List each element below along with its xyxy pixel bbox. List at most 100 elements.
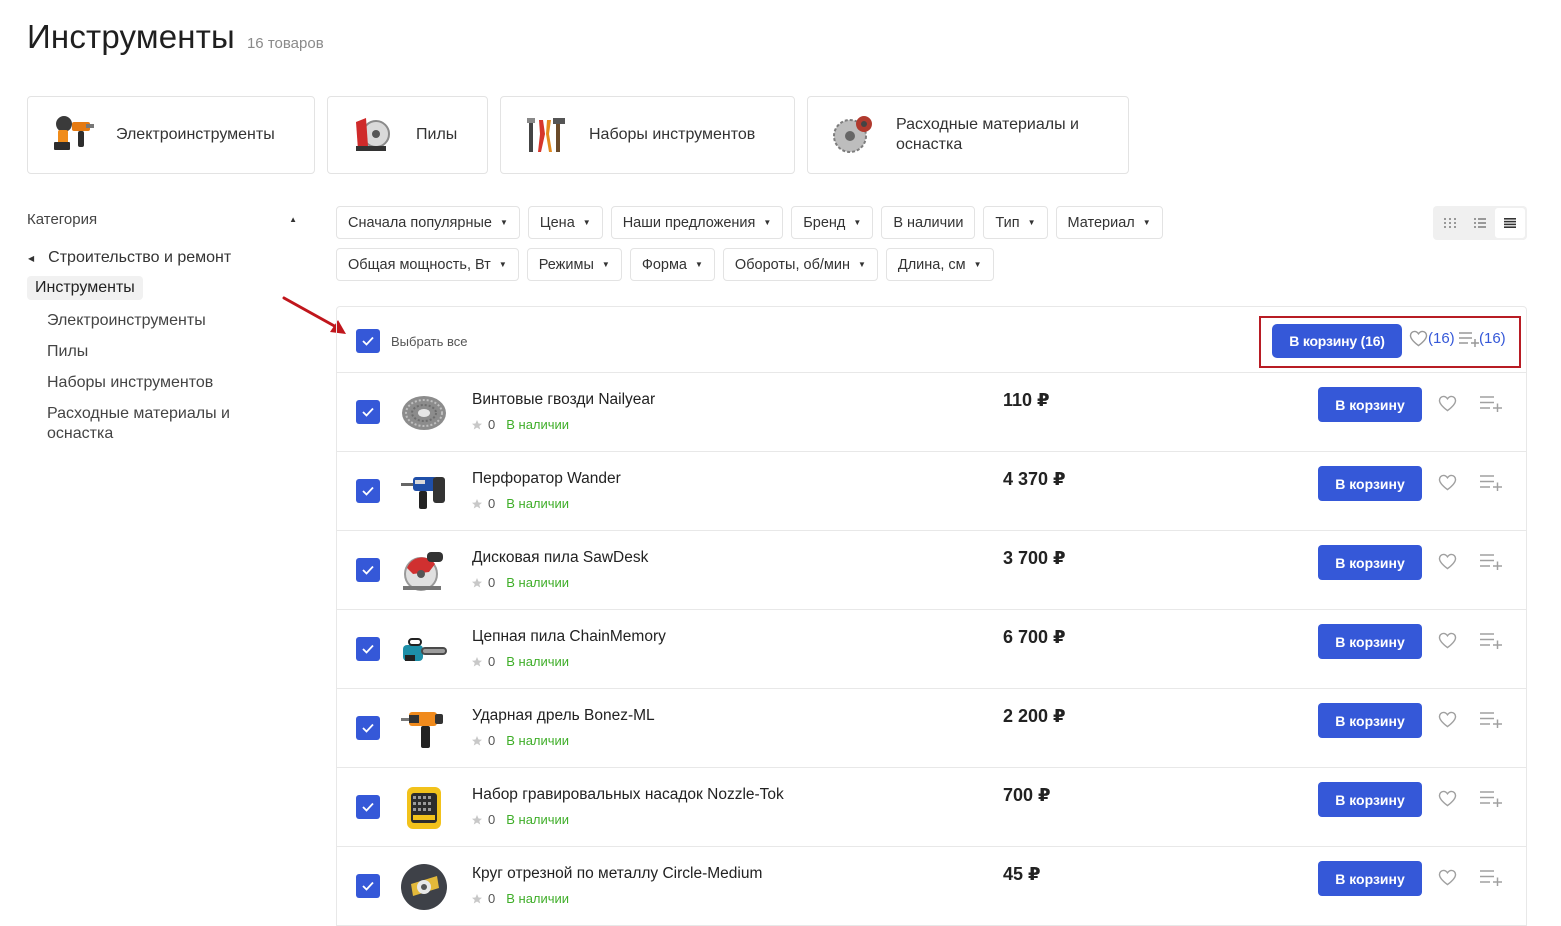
add-to-compare-icon[interactable] <box>1480 711 1502 728</box>
add-to-compare-icon[interactable] <box>1480 632 1502 649</box>
sidebar-item-saws[interactable]: Пилы <box>47 342 299 362</box>
add-to-cart-button[interactable]: В корзину <box>1318 861 1422 896</box>
add-to-compare-icon[interactable] <box>1480 474 1502 491</box>
rating-count: 0 <box>488 812 496 827</box>
impact-drill-icon[interactable] <box>399 704 449 754</box>
sidebar-heading[interactable]: Категория ▲ <box>27 208 299 230</box>
rating-count: 0 <box>488 417 496 432</box>
heart-icon[interactable] <box>1438 395 1457 412</box>
filter-sort[interactable]: Сначала популярные ▼ <box>336 206 520 239</box>
list-view-icon <box>1474 218 1486 228</box>
category-card-tool-sets[interactable]: Наборы инструментов <box>500 96 795 174</box>
engraving-kit-icon[interactable] <box>399 783 449 833</box>
view-compact-button[interactable] <box>1495 208 1525 238</box>
heart-icon[interactable] <box>1438 632 1457 649</box>
filter-type[interactable]: Тип ▼ <box>983 206 1048 239</box>
filter-price[interactable]: Цена ▼ <box>527 206 603 239</box>
product-checkbox[interactable] <box>356 716 380 740</box>
product-checkbox[interactable] <box>356 637 380 661</box>
add-to-cart-button[interactable]: В корзину <box>1318 782 1422 817</box>
heart-icon[interactable] <box>1438 869 1457 886</box>
collapse-triangle-icon[interactable]: ▲ <box>289 215 297 224</box>
filter-offers[interactable]: Наши предложения ▼ <box>610 206 784 239</box>
rotary-hammer-icon[interactable] <box>399 467 449 517</box>
stock-status: В наличии <box>506 733 570 748</box>
select-all-checkbox[interactable] <box>356 329 380 353</box>
product-name[interactable]: Винтовые гвозди Nailyear <box>472 391 655 409</box>
select-all-label: Выбрать все <box>391 334 468 349</box>
filter-brand[interactable]: Бренд ▼ <box>791 206 874 239</box>
view-grid-button[interactable] <box>1435 208 1465 238</box>
product-checkbox[interactable] <box>356 558 380 582</box>
sidebar-current-category[interactable]: Инструменты <box>27 276 143 300</box>
bulk-actions-bar: Выбрать все В корзину (16) (16) (16) <box>337 307 1526 373</box>
category-card-power-tools[interactable]: Электроинструменты <box>27 96 315 174</box>
product-checkbox[interactable] <box>356 874 380 898</box>
rating-count: 0 <box>488 654 496 669</box>
category-card-saws[interactable]: Пилы <box>327 96 488 174</box>
heart-icon[interactable] <box>1438 553 1457 570</box>
heart-icon[interactable] <box>1438 790 1457 807</box>
stock-status: В наличии <box>506 891 570 906</box>
rating-count: 0 <box>488 575 496 590</box>
bulk-add-to-cart-button[interactable]: В корзину (16) <box>1272 324 1402 358</box>
rating-count: 0 <box>488 733 496 748</box>
chainsaw-icon[interactable] <box>399 625 449 675</box>
add-to-cart-button[interactable]: В корзину <box>1318 545 1422 580</box>
product-row: Круг отрезной по металлу Circle-Medium 0… <box>337 847 1526 926</box>
sidebar-parent-category[interactable]: ◀ Строительство и ремонт <box>27 248 299 268</box>
product-meta: 0 В наличии <box>471 654 569 669</box>
view-list-button[interactable] <box>1465 208 1495 238</box>
filter-shape[interactable]: Форма ▼ <box>629 248 715 281</box>
back-triangle-icon: ◀ <box>28 253 35 263</box>
add-to-cart-button[interactable]: В корзину <box>1318 703 1422 738</box>
heart-icon[interactable] <box>1438 711 1457 728</box>
product-name[interactable]: Набор гравировальных насадок Nozzle-Tok <box>472 786 784 804</box>
circular-saw-icon[interactable] <box>399 546 449 596</box>
coil-nails-icon[interactable] <box>399 388 449 438</box>
product-name[interactable]: Цепная пила ChainMemory <box>472 628 666 646</box>
category-card-consumables[interactable]: Расходные материалы и оснастка <box>807 96 1129 174</box>
product-price: 45 ₽ <box>1003 864 1041 884</box>
bulk-favorite-button[interactable]: (16) <box>1409 330 1455 347</box>
add-to-cart-button[interactable]: В корзину <box>1318 466 1422 501</box>
product-name[interactable]: Круг отрезной по металлу Circle-Medium <box>472 865 762 883</box>
filter-material[interactable]: Материал ▼ <box>1055 206 1163 239</box>
caret-down-icon: ▼ <box>582 218 591 227</box>
add-to-compare-icon[interactable] <box>1480 790 1502 807</box>
add-to-cart-button[interactable]: В корзину <box>1318 387 1422 422</box>
filter-rpm[interactable]: Обороты, об/мин ▼ <box>722 248 878 281</box>
cutting-disc-icon[interactable] <box>399 862 449 912</box>
caret-down-icon: ▼ <box>499 218 508 227</box>
sidebar-item-consumables[interactable]: Расходные материалы и оснастка <box>47 404 299 444</box>
product-checkbox[interactable] <box>356 479 380 503</box>
filter-power[interactable]: Общая мощность, Вт ▼ <box>336 248 519 281</box>
star-icon <box>472 419 482 429</box>
filter-bar: Сначала популярные ▼ Цена ▼ Наши предложен… <box>336 206 1346 290</box>
caret-down-icon: ▼ <box>973 260 982 269</box>
filter-modes[interactable]: Режимы ▼ <box>526 248 622 281</box>
filter-length[interactable]: Длина, см ▼ <box>885 248 994 281</box>
filter-in-stock[interactable]: В наличии <box>881 206 976 239</box>
add-to-compare-icon[interactable] <box>1480 553 1502 570</box>
add-to-cart-button[interactable]: В корзину <box>1318 624 1422 659</box>
product-price: 110 ₽ <box>1003 390 1050 410</box>
bulk-compare-button[interactable]: (16) <box>1459 330 1506 347</box>
star-icon <box>472 735 482 745</box>
product-checkbox[interactable] <box>356 400 380 424</box>
product-name[interactable]: Ударная дрель Bonez-ML <box>472 707 655 725</box>
sidebar-item-power-tools[interactable]: Электроинструменты <box>47 311 299 331</box>
product-name[interactable]: Перфоратор Wander <box>472 470 621 488</box>
add-to-compare-icon[interactable] <box>1480 869 1502 886</box>
sidebar-item-tool-sets[interactable]: Наборы инструментов <box>47 373 299 393</box>
page-title: Инструменты <box>27 18 235 55</box>
heart-icon[interactable] <box>1438 474 1457 491</box>
product-checkbox[interactable] <box>356 795 380 819</box>
add-to-compare-icon[interactable] <box>1480 395 1502 412</box>
caret-down-icon: ▼ <box>857 260 866 269</box>
product-row: Набор гравировальных насадок Nozzle-Tok … <box>337 768 1526 847</box>
product-name[interactable]: Дисковая пила SawDesk <box>472 549 648 567</box>
product-meta: 0 В наличии <box>471 733 569 748</box>
product-count: 16 товаров <box>246 35 324 52</box>
page-header: Инструменты 16 товаров <box>27 18 324 56</box>
